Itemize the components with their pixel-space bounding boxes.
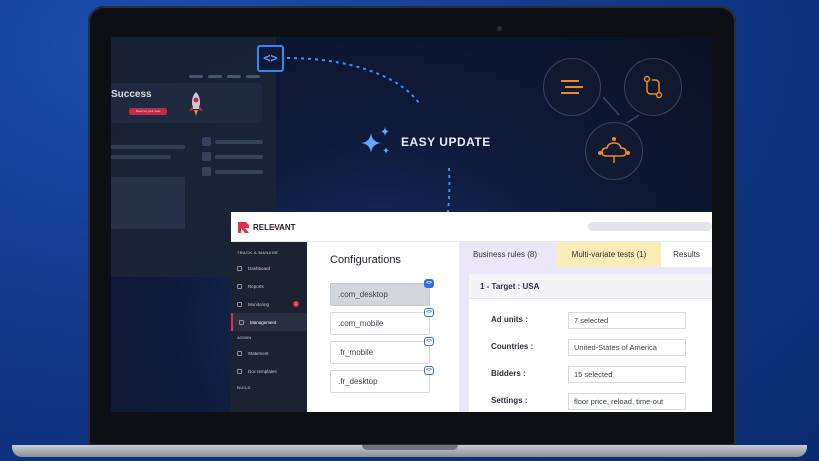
field-label: Countries : <box>491 342 534 351</box>
easy-update-callout: EASY UPDATE <box>357 125 491 159</box>
config-item[interactable]: .fr_desktop <box>330 370 430 393</box>
notification-badge: 1 <box>293 301 299 307</box>
code-icon: <> <box>257 45 284 72</box>
field-value[interactable]: 15 selected <box>568 366 686 383</box>
code-icon[interactable]: <> <box>424 279 434 288</box>
field-label: Settings : <box>491 396 528 405</box>
sidebar-item-dashboard[interactable]: Dashboard <box>231 259 307 277</box>
relevant-yield-app: RELEVANT YIELD TRACK & MANAGE Dashboard … <box>231 212 712 412</box>
config-item[interactable]: .com_desktop <box>330 283 430 306</box>
code-icon[interactable]: <> <box>424 308 434 317</box>
camera <box>497 26 502 31</box>
laptop-notch <box>362 445 458 450</box>
route-icon <box>624 58 682 116</box>
tab-results[interactable]: Results <box>661 242 712 267</box>
sidebar-item-statement[interactable]: Statement <box>231 344 307 362</box>
field-label: Bidders : <box>491 369 526 378</box>
sidebar-item-label: Management <box>250 319 277 325</box>
sidebar-item-label: Doc templates <box>248 368 277 374</box>
management-icon <box>239 319 244 325</box>
easy-update-label: EASY UPDATE <box>401 135 491 149</box>
monitoring-icon <box>237 301 242 307</box>
configurations-panel: Configurations .com_desktop .com_mobile … <box>307 242 459 412</box>
target-heading: 1 - Target : USA <box>469 274 712 299</box>
code-icon[interactable]: <> <box>424 366 434 375</box>
doc-templates-icon <box>237 368 242 374</box>
field-value[interactable]: 7 selected <box>568 312 686 329</box>
sidebar-item-label: Statement <box>248 350 269 356</box>
laptop-screen: Success Reserve your seat <> EASY UPDATE… <box>111 37 712 412</box>
lines-icon <box>543 58 601 116</box>
target-card: 1 - Target : USA Ad units : 7 selected C… <box>469 274 712 412</box>
sparkle-icon <box>361 127 389 154</box>
sidebar-item-label: Dashboard <box>248 265 271 271</box>
rules-panel: Business rules (8) Multi-variate tests (… <box>459 242 712 412</box>
config-item[interactable]: .fr_mobile <box>330 341 430 364</box>
sidebar-item-reports[interactable]: Reports <box>231 277 307 295</box>
field-value[interactable]: floor price, reload, time-out <box>568 393 686 410</box>
logo-mark-icon <box>238 222 249 233</box>
logo-subtext: YIELD <box>271 225 280 229</box>
sidebar-item-management[interactable]: Management <box>231 313 307 331</box>
tab-multi-variate-tests[interactable]: Multi-variate tests (1) <box>557 242 661 267</box>
field-label: Ad units : <box>491 315 528 324</box>
cloud-network-icon <box>585 122 643 180</box>
sidebar-item-label: Reports <box>248 283 264 289</box>
sidebar-item-doc-templates[interactable]: Doc templates <box>231 362 307 380</box>
dashboard-icon <box>237 265 242 271</box>
sidebar: TRACK & MANAGE Dashboard Reports Monitor… <box>231 242 307 412</box>
configurations-title: Configurations <box>330 254 401 266</box>
logo: RELEVANT <box>237 221 296 234</box>
search-bar[interactable] <box>588 222 712 231</box>
tab-business-rules[interactable]: Business rules (8) <box>467 242 543 267</box>
reports-icon <box>237 283 242 289</box>
sidebar-item-label: Monitoring <box>248 301 270 307</box>
statement-icon <box>237 350 242 356</box>
sidebar-section-build: BUILD <box>237 385 251 390</box>
field-value[interactable]: United-States of America <box>568 339 686 356</box>
config-item[interactable]: .com_mobile <box>330 312 430 335</box>
sidebar-item-monitoring[interactable]: Monitoring 1 <box>231 295 307 313</box>
tab-bar: Business rules (8) Multi-variate tests (… <box>459 242 712 267</box>
code-icon[interactable]: <> <box>424 337 434 346</box>
app-header: RELEVANT YIELD <box>231 212 712 242</box>
